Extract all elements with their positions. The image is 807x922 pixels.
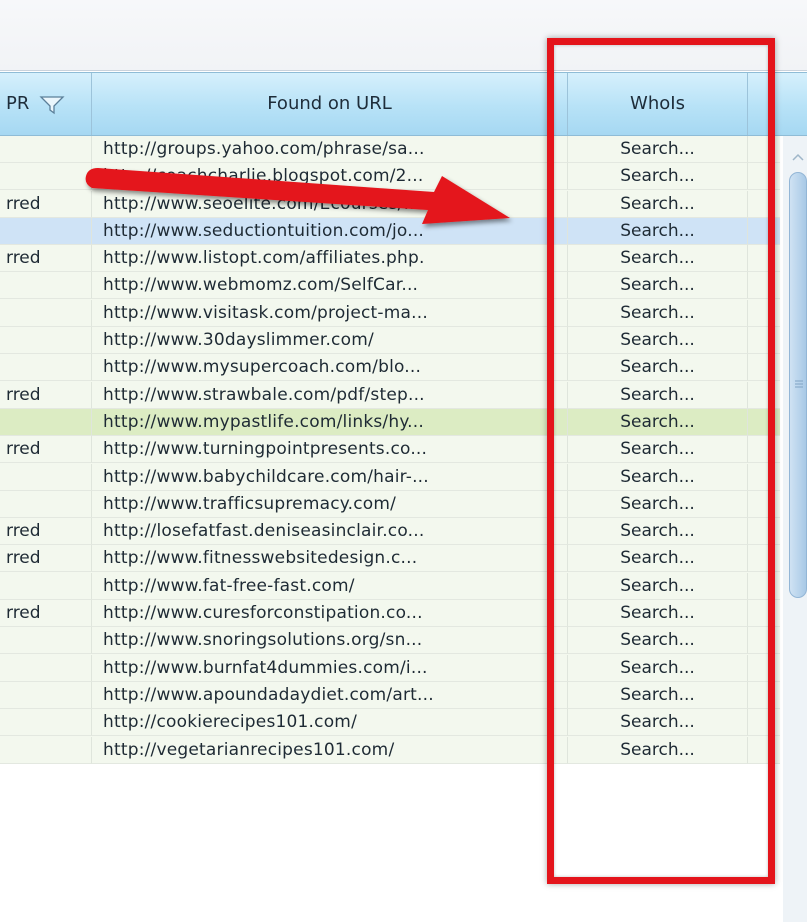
found-on-url-cell[interactable]: http://www.turningpointpresents.co...	[92, 436, 568, 464]
pr-cell	[0, 136, 92, 163]
pr-cell	[0, 327, 92, 355]
found-on-url-cell[interactable]: http://www.apoundadaydiet.com/art...	[92, 681, 568, 709]
pr-cell	[0, 736, 92, 764]
found-on-url-cell[interactable]: http://www.mypastlife.com/links/hy...	[92, 408, 568, 436]
pr-cell	[0, 354, 92, 382]
pr-cell: rred	[0, 600, 92, 628]
pr-cell: rred	[0, 436, 92, 464]
found-on-url-cell[interactable]: http://www.trafficsupremacy.com/	[92, 490, 568, 518]
pr-cell: rred	[0, 545, 92, 573]
pr-cell	[0, 681, 92, 709]
annotation-highlight-box	[547, 38, 775, 884]
found-on-url-cell[interactable]: http://losefatfast.deniseasinclair.co...	[92, 518, 568, 546]
annotation-arrow-icon	[85, 168, 510, 224]
found-on-url-cell[interactable]: http://vegetarianrecipes101.com/	[92, 736, 568, 764]
found-on-url-cell[interactable]: http://www.mysupercoach.com/blo...	[92, 354, 568, 382]
found-on-url-cell[interactable]: http://www.fat-free-fast.com/	[92, 572, 568, 600]
found-on-url-cell[interactable]: http://www.visitask.com/project-ma...	[92, 299, 568, 327]
found-on-url-cell[interactable]: http://www.listopt.com/affiliates.php.	[92, 245, 568, 273]
found-on-url-cell[interactable]: http://www.burnfat4dummies.com/i...	[92, 654, 568, 682]
column-header-pr-label: PR	[6, 93, 30, 114]
found-on-url-cell[interactable]: http://www.curesforconstipation.co...	[92, 600, 568, 628]
pr-cell	[0, 299, 92, 327]
pr-cell	[0, 408, 92, 436]
pr-cell	[0, 272, 92, 300]
found-on-url-cell[interactable]: http://www.babychildcare.com/hair-...	[92, 463, 568, 491]
scroll-up-arrow-icon[interactable]	[789, 150, 807, 164]
pr-cell	[0, 654, 92, 682]
column-header-pr[interactable]: PR	[0, 73, 92, 135]
scroll-grip-icon	[795, 380, 803, 388]
found-on-url-cell[interactable]: http://www.strawbale.com/pdf/step...	[92, 381, 568, 409]
found-on-url-cell[interactable]: http://groups.yahoo.com/phrase/sa...	[92, 136, 568, 163]
found-on-url-cell[interactable]: http://www.30dayslimmer.com/	[92, 327, 568, 355]
pr-cell	[0, 572, 92, 600]
found-on-url-cell[interactable]: http://www.snoringsolutions.org/sn...	[92, 627, 568, 655]
found-on-url-cell[interactable]: http://www.fitnesswebsitedesign.c...	[92, 545, 568, 573]
pr-cell: rred	[0, 245, 92, 273]
column-header-found-on-url[interactable]: Found on URL	[92, 73, 568, 135]
filter-icon[interactable]	[39, 93, 65, 115]
vertical-scrollbar-thumb[interactable]	[789, 172, 807, 598]
pr-cell: rred	[0, 381, 92, 409]
found-on-url-cell[interactable]: http://cookierecipes101.com/	[92, 709, 568, 737]
pr-cell	[0, 463, 92, 491]
pr-cell	[0, 627, 92, 655]
pr-cell	[0, 709, 92, 737]
pr-cell: rred	[0, 518, 92, 546]
found-on-url-cell[interactable]: http://www.webmomz.com/SelfCar...	[92, 272, 568, 300]
pr-cell	[0, 490, 92, 518]
